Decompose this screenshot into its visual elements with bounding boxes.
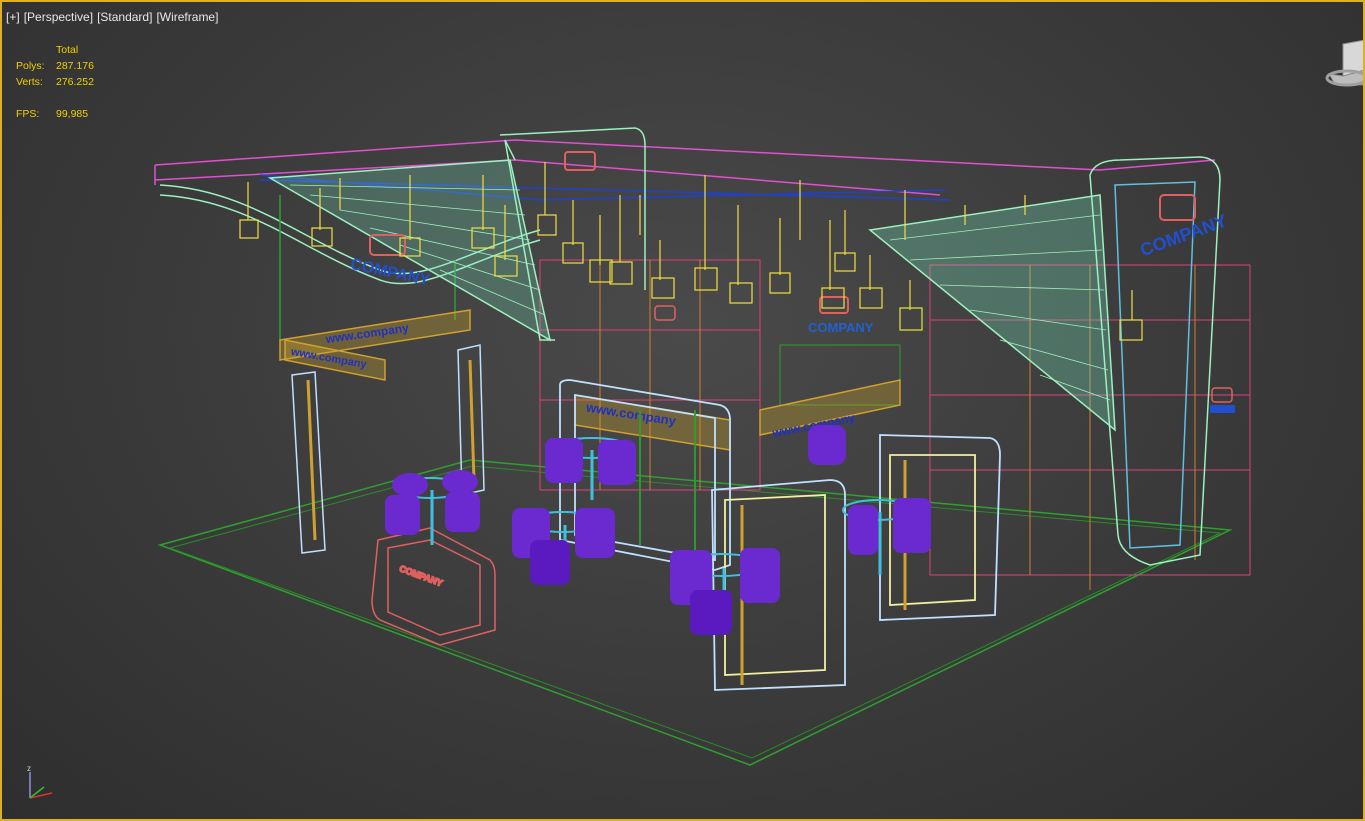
- viewport-plus-menu[interactable]: [+]: [6, 10, 20, 24]
- table-set-5: [808, 425, 931, 575]
- svg-text:z: z: [27, 764, 31, 773]
- stats-polys-value: 287.176: [56, 60, 94, 72]
- svg-text:COMPANY: COMPANY: [398, 563, 444, 588]
- svg-text:COMPANY: COMPANY: [808, 320, 874, 335]
- stats-fps-label: FPS:: [16, 108, 40, 120]
- table-set-3: [512, 508, 615, 585]
- viewport-render-mode-menu[interactable]: [Wireframe]: [156, 10, 218, 24]
- viewport-statistics: Total Polys: 287.176 Verts: 276.252 FPS:…: [16, 42, 116, 122]
- viewport-shading-menu[interactable]: [Standard]: [97, 10, 152, 24]
- wireframe-scene[interactable]: COMPANY COMPANY COMPANY www.company www.…: [0, 0, 1365, 821]
- table-set-2: [545, 437, 636, 500]
- viewport-label-menu: [+] [Perspective] [Standard] [Wireframe]: [6, 10, 218, 24]
- viewcube[interactable]: [1325, 40, 1365, 90]
- stats-fps-value: 99,985: [56, 108, 89, 120]
- table-chair-sets: [385, 425, 931, 635]
- stats-polys-label: Polys:: [16, 60, 45, 72]
- center-hanging-banner: www.company www.company: [574, 379, 901, 451]
- side-wall-logo: [1210, 387, 1235, 413]
- stats-verts-value: 276.252: [56, 76, 94, 88]
- table-set-1: [385, 470, 480, 545]
- stats-verts-label: Verts:: [16, 76, 43, 88]
- stats-total-header: Total: [56, 44, 79, 56]
- viewport-view-menu[interactable]: [Perspective]: [24, 10, 93, 24]
- left-hanging-banner: www.company www.company: [279, 309, 471, 381]
- axis-gizmo: z: [27, 764, 53, 799]
